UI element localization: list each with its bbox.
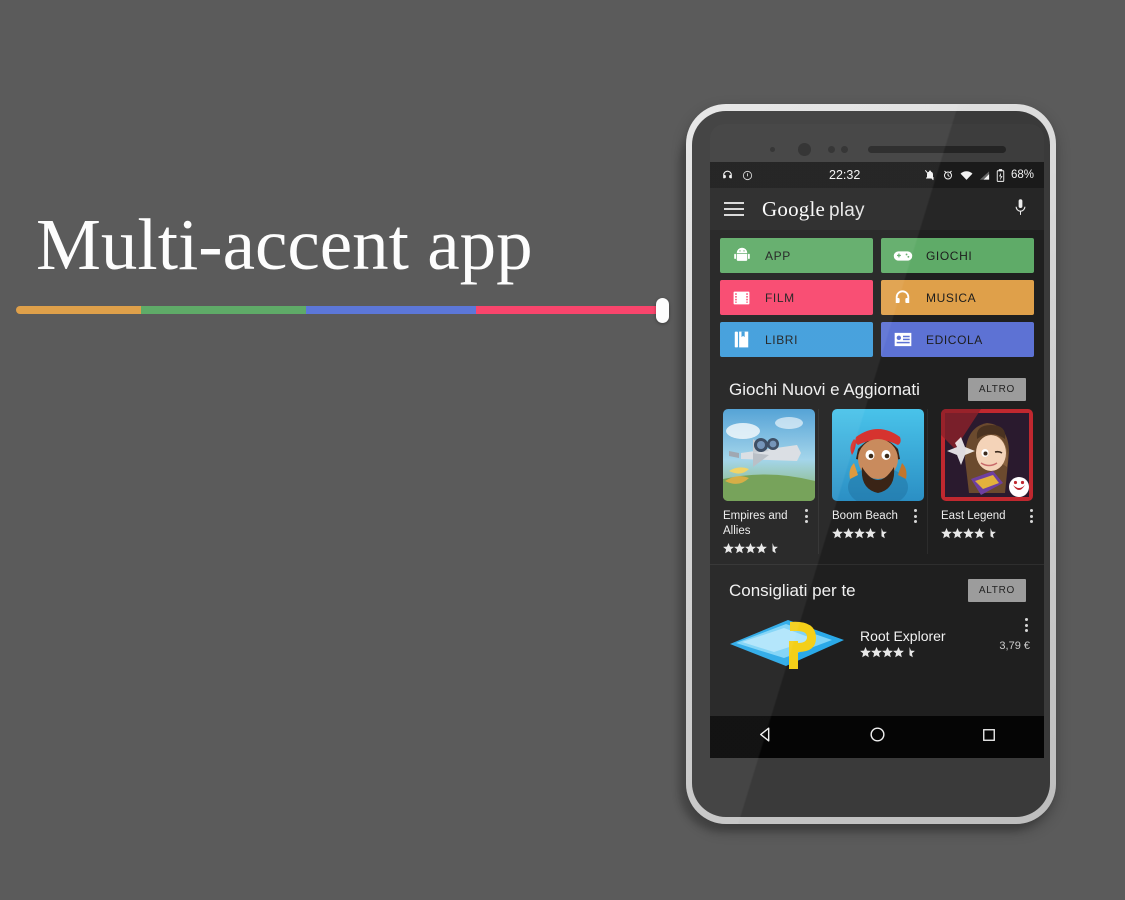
app-price: 3,79 € xyxy=(999,640,1030,652)
overflow-menu-icon[interactable] xyxy=(1025,618,1028,632)
microphone-icon[interactable] xyxy=(1013,197,1028,224)
headphones-icon xyxy=(892,287,913,308)
back-triangle-icon[interactable] xyxy=(756,725,775,749)
game-card[interactable]: East Legend xyxy=(928,409,1037,554)
headphones-icon xyxy=(721,169,734,182)
signal-icon xyxy=(979,170,990,181)
info-circle-icon xyxy=(742,170,753,181)
accent-segment-blue[interactable] xyxy=(306,306,476,314)
phone-device: 22:32 68% Google play APP GIOCHI FILM MU… xyxy=(686,104,1056,824)
alarm-icon xyxy=(942,169,954,181)
android-navigation-bar xyxy=(710,716,1044,758)
game-title: Boom Beach xyxy=(832,510,898,522)
game-card[interactable]: Empires and Allies xyxy=(710,409,819,554)
phone-screen: 22:32 68% Google play APP GIOCHI FILM MU… xyxy=(710,162,1044,758)
slider-handle[interactable] xyxy=(656,298,669,323)
status-bar-left xyxy=(721,169,753,182)
hamburger-menu-icon[interactable] xyxy=(724,202,744,216)
accent-segment-pink[interactable] xyxy=(476,306,662,314)
front-camera-icon xyxy=(798,143,811,156)
accent-segment-orange[interactable] xyxy=(16,306,141,314)
tile-label: FILM xyxy=(765,290,795,305)
logo-google-text: Google xyxy=(762,196,826,221)
tile-giochi[interactable]: GIOCHI xyxy=(881,238,1034,273)
app-icon-artwork xyxy=(832,409,924,501)
section-title: Consigliati per te xyxy=(729,580,856,600)
category-tile-grid: APP GIOCHI FILM MUSICA LIBRI EDICOLA xyxy=(710,230,1044,366)
logo-play-text: play xyxy=(829,199,865,221)
film-icon xyxy=(731,287,752,308)
android-icon xyxy=(731,245,752,266)
tile-film[interactable]: FILM xyxy=(720,280,873,315)
earpiece-speaker xyxy=(868,146,1006,153)
overflow-menu-icon[interactable] xyxy=(805,509,808,523)
app-header: Google play xyxy=(710,188,1044,230)
section-header-games: Giochi Nuovi e Aggiornati ALTRO xyxy=(710,366,1044,409)
light-sensor-icon xyxy=(828,146,835,153)
tile-musica[interactable]: MUSICA xyxy=(881,280,1034,315)
game-card[interactable]: Boom Beach xyxy=(819,409,928,554)
more-button[interactable]: ALTRO xyxy=(967,579,1026,602)
tile-app[interactable]: APP xyxy=(720,238,873,273)
rating-stars xyxy=(723,543,818,554)
promo-panel: Multi-accent app xyxy=(0,0,680,900)
status-bar-right: 68% xyxy=(924,168,1034,182)
more-button[interactable]: ALTRO xyxy=(967,378,1026,401)
google-play-logo: Google play xyxy=(762,197,865,222)
proximity-sensor-icon xyxy=(770,147,775,152)
battery-charging-icon xyxy=(996,168,1005,182)
rating-stars xyxy=(832,528,927,539)
status-bar: 22:32 68% xyxy=(710,162,1044,188)
tile-label: EDICOLA xyxy=(926,332,983,347)
battery-percent-label: 68% xyxy=(1010,169,1034,181)
phone-body: 22:32 68% Google play APP GIOCHI FILM MU… xyxy=(692,111,1050,817)
tile-label: LIBRI xyxy=(765,332,799,347)
tile-label: MUSICA xyxy=(926,290,977,305)
tile-edicola[interactable]: EDICOLA xyxy=(881,322,1034,357)
app-icon-artwork xyxy=(723,409,815,501)
status-bar-clock: 22:32 xyxy=(829,168,861,182)
led-indicator-icon xyxy=(841,146,848,153)
section-title: Giochi Nuovi e Aggiornati xyxy=(729,379,920,399)
accent-segment-green[interactable] xyxy=(141,306,306,314)
game-title: Empires and Allies xyxy=(723,510,788,537)
app-icon-artwork xyxy=(941,409,1033,501)
recommended-item-row[interactable]: Root Explorer 3,79 € xyxy=(710,610,1044,672)
gamepad-icon xyxy=(892,245,913,266)
games-carousel: Empires and Allies Boom Beach East Legen… xyxy=(710,409,1044,564)
tile-label: APP xyxy=(765,248,791,263)
accent-color-slider[interactable] xyxy=(16,298,669,323)
rating-stars xyxy=(941,528,1037,539)
game-title: East Legend xyxy=(941,510,1006,522)
recents-square-icon[interactable] xyxy=(980,726,998,749)
phone-top-bezel xyxy=(710,124,1044,162)
newspaper-icon xyxy=(892,329,913,350)
bell-off-icon xyxy=(924,169,936,181)
book-icon xyxy=(731,329,752,350)
overflow-menu-icon[interactable] xyxy=(914,509,917,523)
section-header-recommended: Consigliati per te ALTRO xyxy=(710,565,1044,610)
tile-libri[interactable]: LIBRI xyxy=(720,322,873,357)
page-title: Multi-accent app xyxy=(36,204,533,285)
wifi-icon xyxy=(960,170,973,181)
app-icon-artwork xyxy=(728,614,846,672)
home-circle-icon[interactable] xyxy=(868,725,887,749)
tile-label: GIOCHI xyxy=(926,248,973,263)
overflow-menu-icon[interactable] xyxy=(1030,509,1033,523)
